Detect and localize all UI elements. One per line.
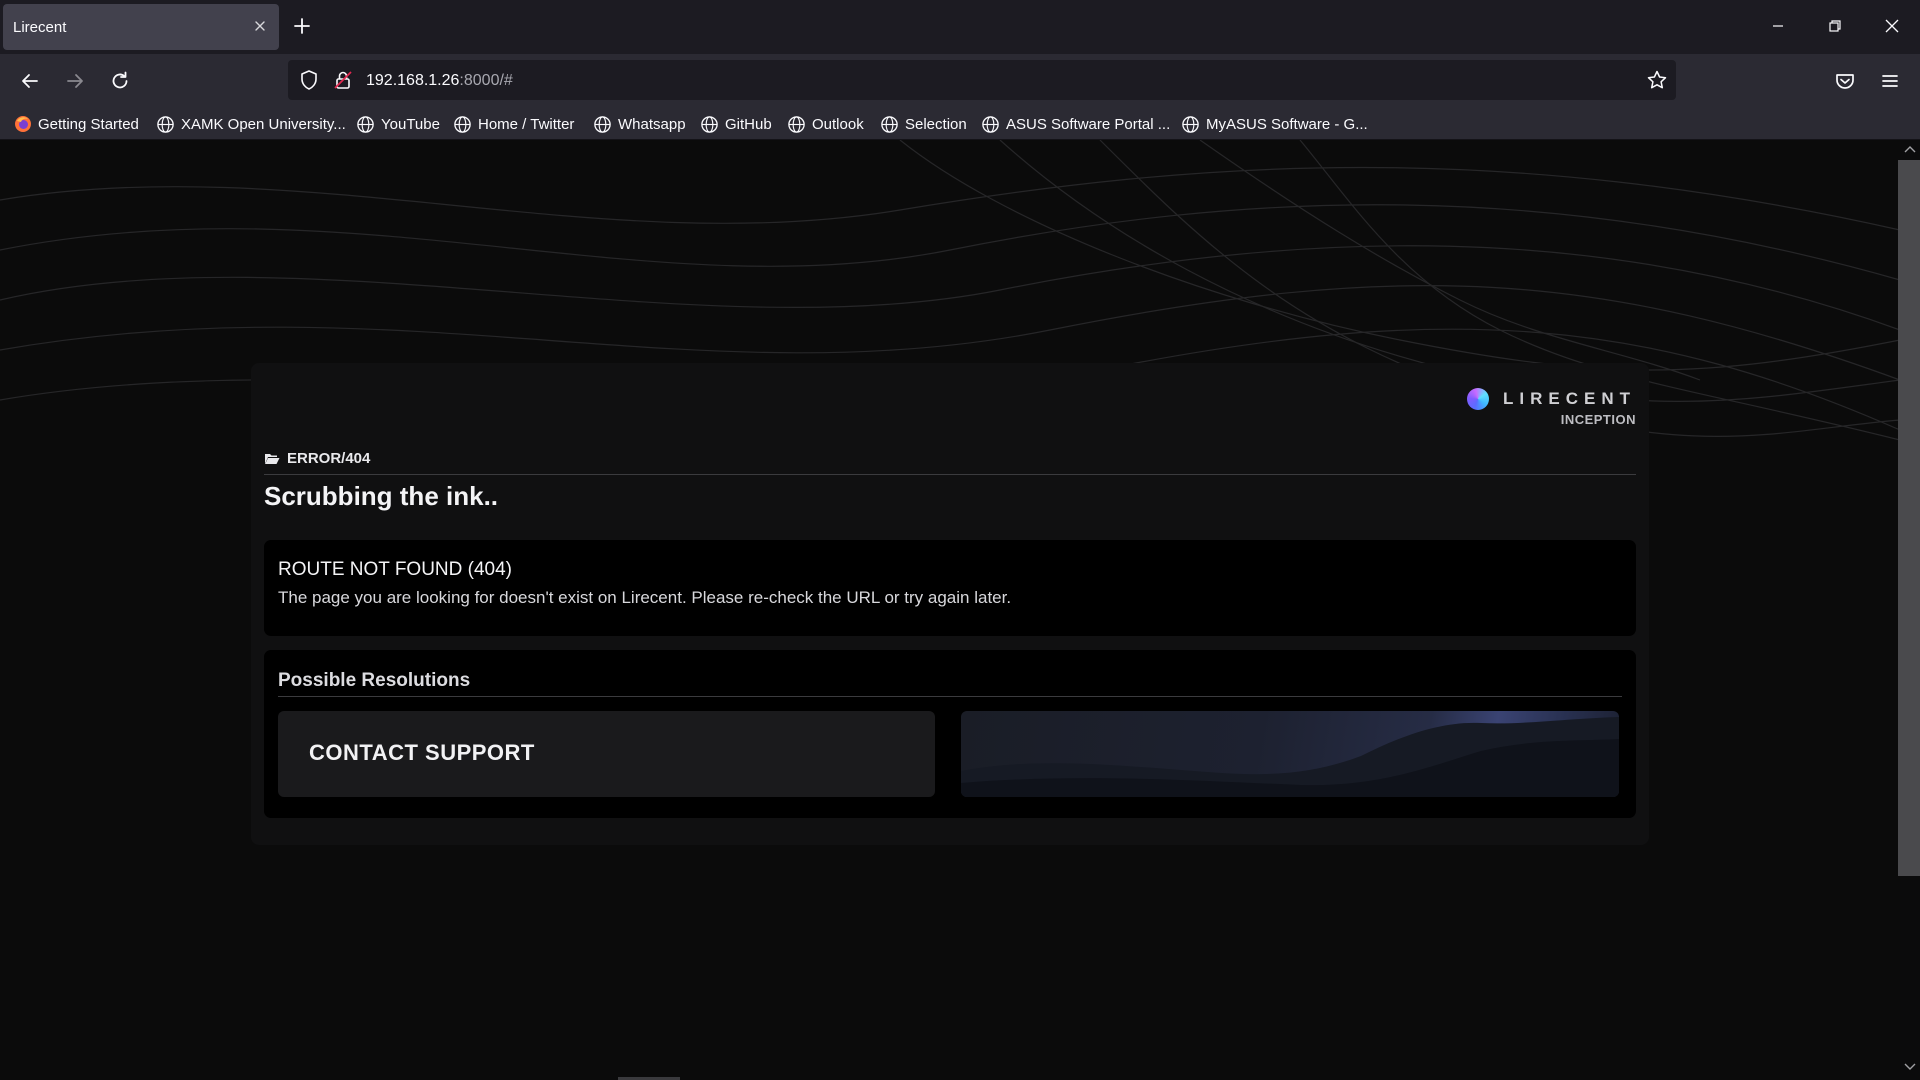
- folder-open-icon: [265, 454, 280, 464]
- bookmark-label: MyASUS Software - G...: [1206, 115, 1368, 133]
- globe-icon: [982, 115, 999, 133]
- bookmark-label: Getting Started: [38, 115, 139, 133]
- bookmark-asus-portal[interactable]: ASUS Software Portal ...: [981, 114, 1170, 134]
- globe-icon: [454, 115, 471, 133]
- brand-subtitle: INCEPTION: [1560, 412, 1636, 427]
- globe-icon: [357, 115, 374, 133]
- breadcrumb-label: ERROR/404: [287, 450, 371, 467]
- globe-icon: [881, 115, 898, 133]
- bookmark-getting-started[interactable]: Getting Started: [14, 114, 139, 134]
- error-message: The page you are looking for doesn't exi…: [278, 588, 1012, 607]
- bookmark-label: ASUS Software Portal ...: [1006, 115, 1171, 133]
- globe-icon: [788, 115, 805, 133]
- browser-tab[interactable]: Lirecent: [3, 4, 279, 50]
- brand-logo-block[interactable]: LIRECENT INCEPTION: [1467, 388, 1636, 427]
- pocket-icon[interactable]: [1833, 69, 1857, 93]
- globe-icon: [701, 115, 718, 133]
- navigation-toolbar: 192.168.1.26:8000/#: [0, 54, 1920, 108]
- bookmark-youtube[interactable]: YouTube: [356, 114, 440, 134]
- new-tab-icon[interactable]: [292, 16, 312, 36]
- page-viewport: LIRECENT INCEPTION ERROR/404 Scrubbing t…: [0, 140, 1900, 1080]
- resolutions-divider: [278, 696, 1622, 697]
- contact-support-button[interactable]: CONTACT SUPPORT: [278, 711, 935, 797]
- globe-icon: [594, 115, 611, 133]
- firefox-icon: [15, 116, 31, 132]
- reload-icon[interactable]: [108, 69, 132, 93]
- contact-support-label: CONTACT SUPPORT: [309, 740, 535, 765]
- resolutions-card: Possible Resolutions CONTACT SUPPORT: [264, 650, 1636, 818]
- scroll-down-arrow-icon[interactable]: [1903, 1062, 1917, 1072]
- header-divider: [264, 474, 1636, 475]
- bookmark-label: Whatsapp: [618, 115, 686, 133]
- bookmark-label: GitHub: [725, 115, 772, 133]
- error-title: ROUTE NOT FOUND (404): [278, 559, 513, 580]
- bookmark-twitter[interactable]: Home / Twitter: [453, 114, 574, 134]
- bookmark-label: Selection: [905, 115, 967, 133]
- back-icon[interactable]: [18, 69, 42, 93]
- bookmark-label: XAMK Open University...: [181, 115, 346, 133]
- bookmark-label: Outlook: [812, 115, 864, 133]
- error-message-card: ROUTE NOT FOUND (404) The page you are l…: [264, 540, 1636, 636]
- globe-icon: [1182, 115, 1199, 133]
- menu-icon[interactable]: [1878, 69, 1902, 93]
- tab-bar: Lirecent: [0, 0, 1920, 54]
- restore-icon[interactable]: [1825, 16, 1845, 36]
- bookmark-github[interactable]: GitHub: [700, 114, 772, 134]
- bookmark-outlook[interactable]: Outlook: [787, 114, 864, 134]
- url-host: 192.168.1.26: [366, 72, 460, 89]
- globe-icon: [157, 115, 174, 133]
- url-text[interactable]: 192.168.1.26:8000/#: [366, 72, 513, 90]
- brand-name: LIRECENT: [1503, 389, 1636, 408]
- minimize-icon[interactable]: [1768, 16, 1788, 36]
- forward-icon[interactable]: [63, 69, 87, 93]
- bookmark-label: YouTube: [381, 115, 440, 133]
- resolutions-title: Possible Resolutions: [278, 670, 471, 691]
- mountain-silhouette: [961, 717, 1619, 797]
- scrollbar-thumb[interactable]: [1898, 160, 1920, 876]
- bookmarks-toolbar: Getting Started XAMK Open University... …: [0, 108, 1920, 140]
- bookmark-selection[interactable]: Selection: [880, 114, 967, 134]
- bookmark-myasus[interactable]: MyASUS Software - G...: [1181, 114, 1368, 134]
- error-panel: LIRECENT INCEPTION ERROR/404 Scrubbing t…: [251, 363, 1649, 845]
- bookmark-xamk[interactable]: XAMK Open University...: [156, 114, 346, 134]
- insecure-lock-icon[interactable]: [332, 69, 354, 91]
- close-tab-icon[interactable]: [251, 17, 269, 35]
- lirecent-logo-icon: [1467, 388, 1489, 410]
- bookmark-label: Home / Twitter: [478, 115, 575, 133]
- landscape-image: [961, 711, 1619, 797]
- address-bar[interactable]: 192.168.1.26:8000/#: [288, 60, 1676, 100]
- breadcrumb: ERROR/404: [264, 450, 370, 467]
- scroll-up-arrow-icon[interactable]: [1903, 144, 1917, 154]
- bookmark-whatsapp[interactable]: Whatsapp: [593, 114, 686, 134]
- url-port-path: :8000/#: [459, 72, 513, 89]
- tab-title: Lirecent: [13, 19, 67, 36]
- tracking-protection-shield-icon[interactable]: [298, 69, 320, 91]
- close-window-icon[interactable]: [1882, 16, 1902, 36]
- page-title: Scrubbing the ink..: [264, 481, 499, 511]
- bookmark-star-icon[interactable]: [1646, 69, 1668, 91]
